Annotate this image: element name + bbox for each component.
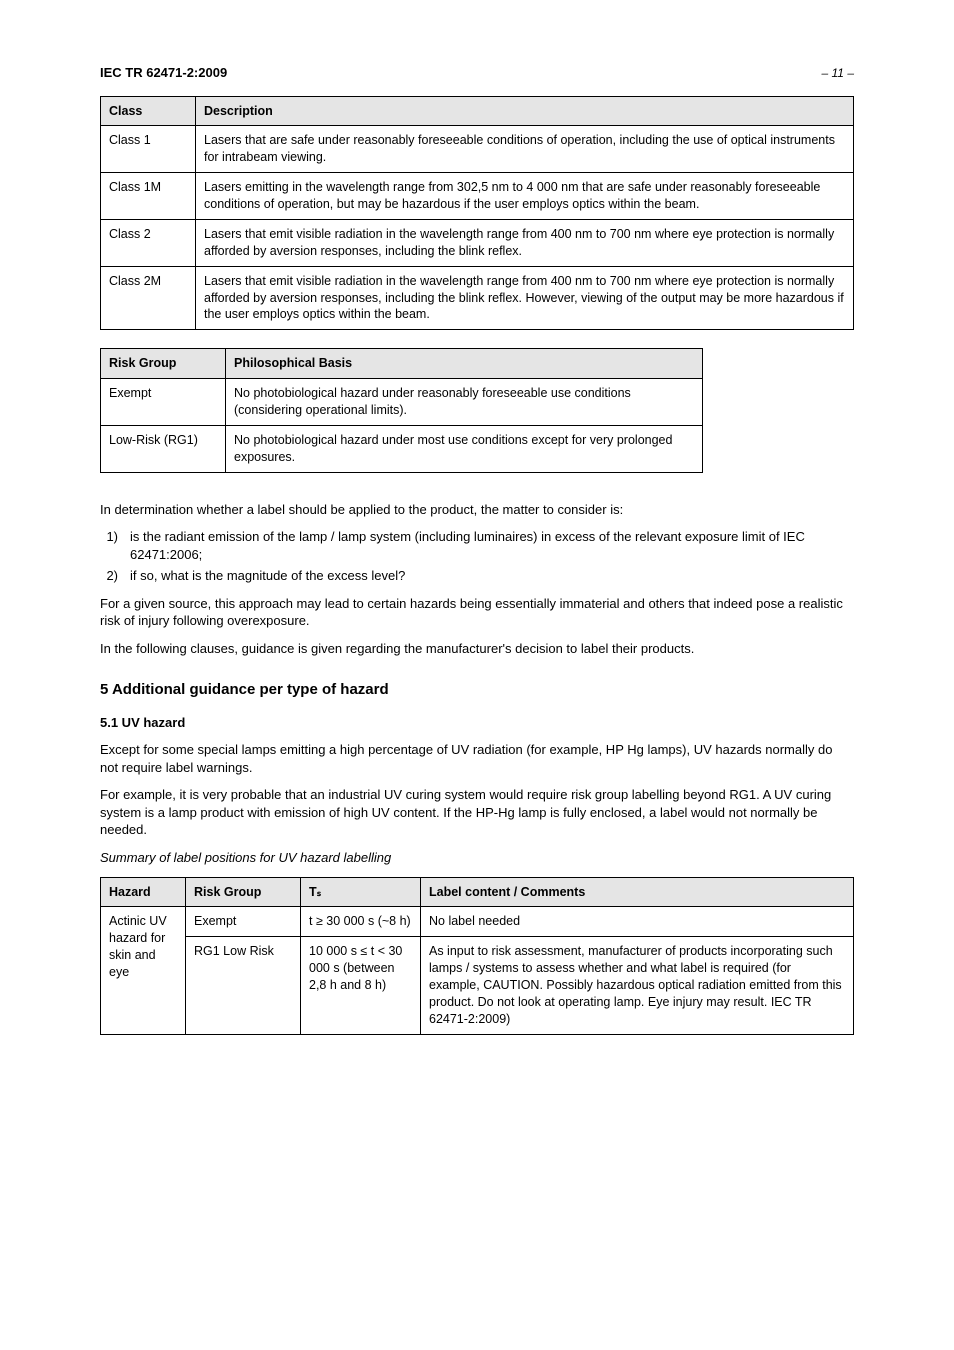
section-5-1-heading: 5.1 UV hazard xyxy=(100,714,854,732)
list-marker: 2) xyxy=(100,567,118,585)
cell-basis: No photobiological hazard under most use… xyxy=(226,425,703,472)
cell-rg: Exempt xyxy=(101,379,226,426)
th-class: Class xyxy=(101,96,196,126)
table-row: Exempt No photobiological hazard under r… xyxy=(101,379,703,426)
table-row: Class Description xyxy=(101,96,854,126)
th-rg: Risk Group xyxy=(186,877,301,907)
cell-rg: Low-Risk (RG1) xyxy=(101,425,226,472)
uv-hazard-table: Hazard Risk Group Tₛ Label content / Com… xyxy=(100,877,854,1035)
th-basis: Philosophical Basis xyxy=(226,349,703,379)
list-marker: 1) xyxy=(100,528,118,563)
table-row: RG1 Low Risk 10 000 s ≤ t < 30 000 s (be… xyxy=(101,937,854,1034)
sec5-p1: Except for some special lamps emitting a… xyxy=(100,741,854,776)
th-label: Label content / Comments xyxy=(421,877,854,907)
cell-rg: RG1 Low Risk xyxy=(186,937,301,1034)
page-header: IEC TR 62471-2:2009 – 11 – xyxy=(100,64,854,82)
cell-label: No label needed xyxy=(421,907,854,937)
list-item: 1) is the radiant emission of the lamp /… xyxy=(100,528,854,563)
table-row: Actinic UV hazard for skin and eye Exemp… xyxy=(101,907,854,937)
cell-ts: t ≥ 30 000 s (~8 h) xyxy=(301,907,421,937)
table-row: Class 1M Lasers emitting in the waveleng… xyxy=(101,173,854,220)
th-desc: Description xyxy=(196,96,854,126)
cell-class: Class 1 xyxy=(101,126,196,173)
cell-desc: Lasers that emit visible radiation in th… xyxy=(196,219,854,266)
sec5-p2: For example, it is very probable that an… xyxy=(100,786,854,839)
table-row: Class 2M Lasers that emit visible radiat… xyxy=(101,266,854,330)
list-item: 2) if so, what is the magnitude of the e… xyxy=(100,567,854,585)
table-row: Low-Risk (RG1) No photobiological hazard… xyxy=(101,425,703,472)
labelling-p2: For a given source, this approach may le… xyxy=(100,595,854,630)
section-5-heading: 5 Additional guidance per type of hazard xyxy=(100,680,854,700)
th-ts: Tₛ xyxy=(301,877,421,907)
cell-hazard: Actinic UV hazard for skin and eye xyxy=(101,907,186,1034)
list-text: is the radiant emission of the lamp / la… xyxy=(130,528,854,563)
doc-id: IEC TR 62471-2:2009 xyxy=(100,64,227,82)
th-hazard: Hazard xyxy=(101,877,186,907)
th-risk-group: Risk Group xyxy=(101,349,226,379)
labelling-intro: In determination whether a label should … xyxy=(100,501,854,519)
table-row: Class 1 Lasers that are safe under reaso… xyxy=(101,126,854,173)
table-row: Risk Group Philosophical Basis xyxy=(101,349,703,379)
table-row: Class 2 Lasers that emit visible radiati… xyxy=(101,219,854,266)
cell-basis: No photobiological hazard under reasonab… xyxy=(226,379,703,426)
cell-class: Class 2M xyxy=(101,266,196,330)
table-row: Hazard Risk Group Tₛ Label content / Com… xyxy=(101,877,854,907)
table3-caption: Summary of label positions for UV hazard… xyxy=(100,849,854,867)
labelling-p3: In the following clauses, guidance is gi… xyxy=(100,640,854,658)
cell-class: Class 2 xyxy=(101,219,196,266)
cell-desc: Lasers emitting in the wavelength range … xyxy=(196,173,854,220)
class-table: Class Description Class 1 Lasers that ar… xyxy=(100,96,854,331)
cell-ts: 10 000 s ≤ t < 30 000 s (between 2,8 h a… xyxy=(301,937,421,1034)
cell-desc: Lasers that are safe under reasonably fo… xyxy=(196,126,854,173)
list-text: if so, what is the magnitude of the exce… xyxy=(130,567,854,585)
cell-class: Class 1M xyxy=(101,173,196,220)
cell-desc: Lasers that emit visible radiation in th… xyxy=(196,266,854,330)
cell-rg: Exempt xyxy=(186,907,301,937)
page-number: – 11 – xyxy=(822,65,854,81)
risk-group-table: Risk Group Philosophical Basis Exempt No… xyxy=(100,348,703,472)
cell-label: As input to risk assessment, manufacture… xyxy=(421,937,854,1034)
